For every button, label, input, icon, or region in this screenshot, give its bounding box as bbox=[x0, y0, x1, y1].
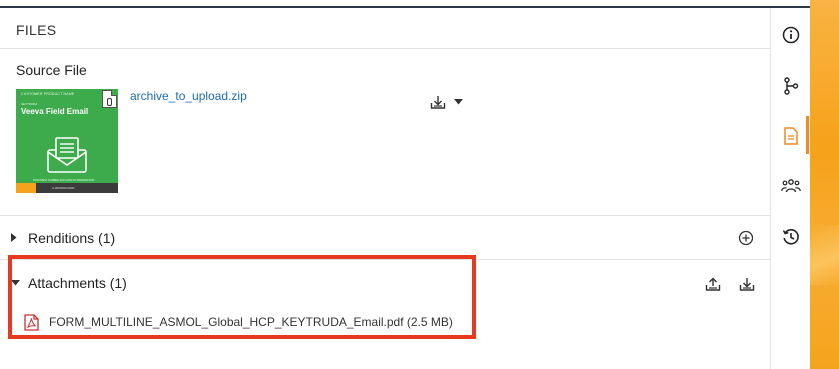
files-title: FILES bbox=[16, 22, 57, 38]
info-icon bbox=[782, 26, 800, 44]
rail-sharing-button[interactable] bbox=[780, 175, 802, 197]
top-bar bbox=[0, 0, 810, 8]
renditions-title[interactable]: Renditions (1) bbox=[28, 230, 115, 246]
thumbnail-footer: A-0000000-0000 bbox=[16, 183, 118, 193]
rail-history-button[interactable] bbox=[780, 226, 802, 248]
sharing-icon bbox=[781, 179, 801, 193]
email-envelope-icon bbox=[47, 137, 87, 173]
right-toolbar bbox=[770, 8, 810, 369]
rail-workflow-button[interactable] bbox=[780, 75, 802, 97]
source-file-label: Source File bbox=[16, 62, 87, 78]
caret-right-icon[interactable] bbox=[11, 233, 17, 242]
window-edge bbox=[810, 0, 839, 369]
files-header: FILES bbox=[0, 8, 770, 49]
thumbnail-brand: CUSTOMER PRODUCT NAME bbox=[21, 92, 75, 96]
download-menu[interactable] bbox=[430, 94, 470, 110]
thumbnail-footnote: DOCUMENT NUMBER AND DATE OF PREPARATION bbox=[33, 179, 95, 182]
upload-icon[interactable] bbox=[705, 277, 721, 292]
download-all-icon[interactable] bbox=[739, 277, 755, 292]
renditions-section[interactable]: Renditions (1) bbox=[0, 218, 770, 258]
download-icon[interactable] bbox=[430, 95, 446, 110]
thumbnail-code: A-0000000-0000 bbox=[52, 186, 75, 190]
chevron-down-icon[interactable] bbox=[454, 99, 463, 105]
thumbnail-product: Veeva Field Email bbox=[21, 107, 89, 116]
source-file-link[interactable]: archive_to_upload.zip bbox=[130, 89, 247, 103]
document-icon bbox=[784, 127, 798, 145]
rail-document-button[interactable] bbox=[780, 125, 802, 147]
thumbnail-logo bbox=[16, 183, 36, 193]
highlight-annotation bbox=[8, 255, 476, 339]
source-file-thumbnail[interactable]: CUSTOMER PRODUCT NAME KEYTRUDA Veeva Fie… bbox=[16, 89, 118, 193]
history-icon bbox=[782, 229, 799, 245]
thumbnail-sub: KEYTRUDA bbox=[21, 102, 38, 106]
document-badge-icon bbox=[102, 90, 117, 108]
workflow-icon bbox=[784, 77, 799, 95]
rail-active-indicator bbox=[806, 116, 809, 154]
rail-info-button[interactable] bbox=[780, 24, 802, 46]
divider bbox=[0, 215, 770, 216]
add-rendition-icon[interactable] bbox=[738, 230, 754, 246]
